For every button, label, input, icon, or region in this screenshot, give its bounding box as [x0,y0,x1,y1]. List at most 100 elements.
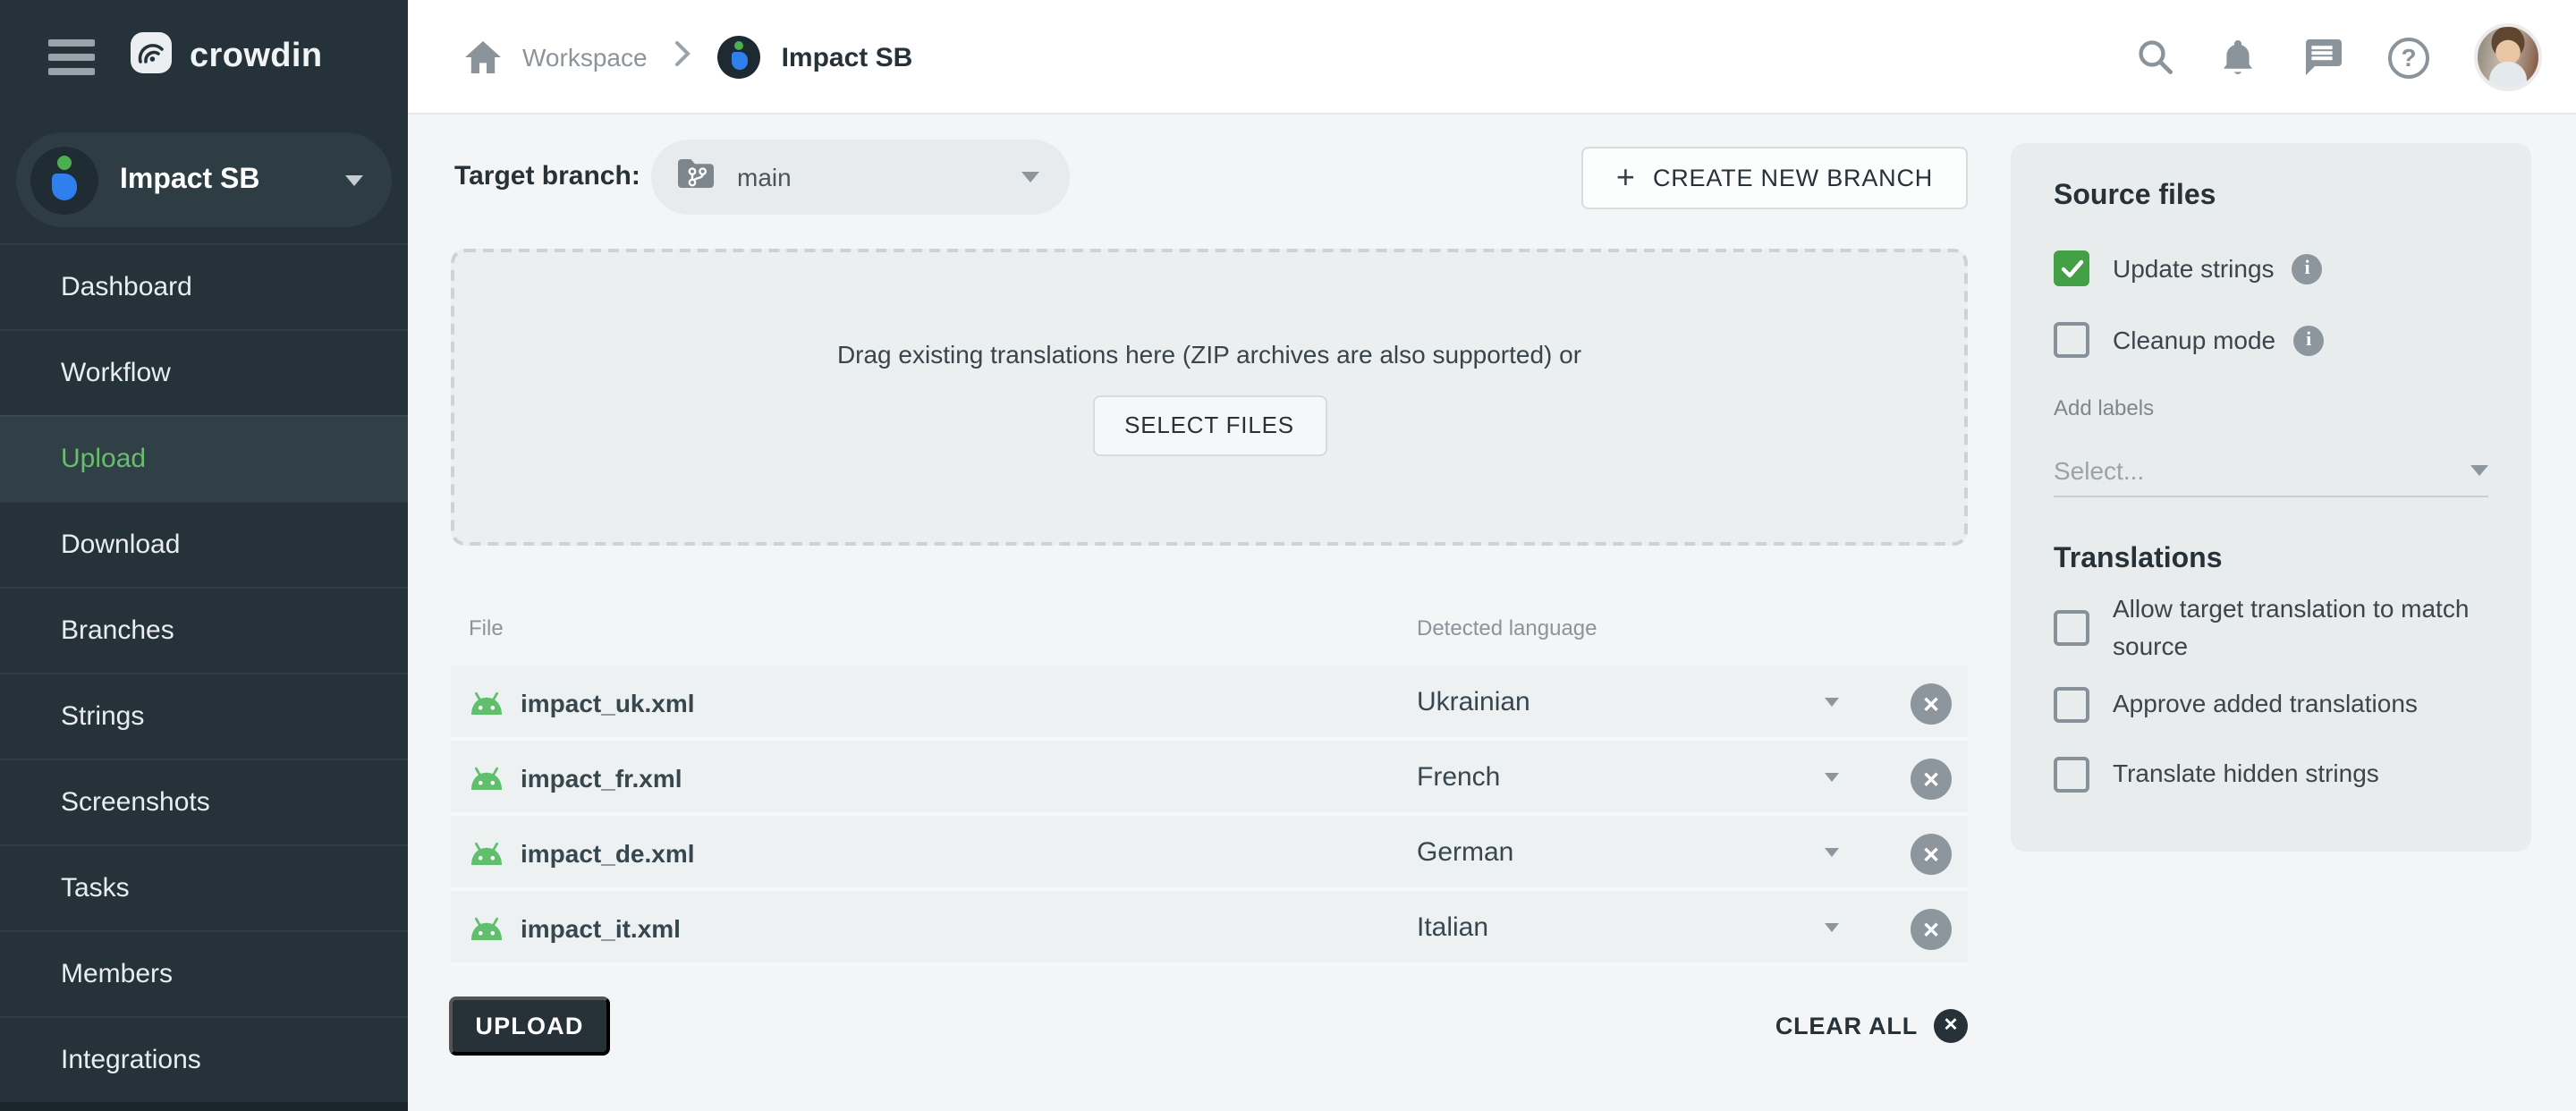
checkbox-unchecked[interactable] [2054,757,2089,793]
table-row: impact_it.xml Italian ✕ [451,891,1968,966]
messages-icon[interactable] [2301,38,2343,77]
file-name: impact_uk.xml [521,689,695,717]
table-row: impact_uk.xml Ukrainian ✕ [451,666,1968,741]
project-name: Impact SB [120,164,345,196]
android-icon [469,916,504,950]
breadcrumb-project[interactable]: Impact SB [782,42,913,72]
option-update-strings: Update strings i [2054,250,2323,286]
help-glyph: ? [2401,43,2416,72]
checkbox-unchecked[interactable] [2054,610,2089,646]
option-approve-added: Approve added translations [2054,685,2418,723]
breadcrumb: Workspace Impact SB [465,0,912,114]
search-icon[interactable] [2136,38,2175,77]
option-label: Approve added translations [2113,685,2418,721]
notifications-bell-icon[interactable] [2220,37,2256,78]
sidebar: crowdin Impact SB Dashboard Workflow Upl… [0,0,408,1111]
option-label: Allow target translation to match source [2113,590,2488,666]
breadcrumb-chevron-icon [674,40,691,74]
main-content: Target branch: main + CREATE NEW BRANCH … [408,114,2576,1111]
sidebar-nav: Dashboard Workflow Upload Download Branc… [0,243,408,1102]
option-allow-match-source: Allow target translation to match source [2054,590,2488,666]
detected-language-select[interactable]: Italian [1417,912,1488,943]
breadcrumb-workspace[interactable]: Workspace [522,43,648,72]
topbar-actions: ? [2136,0,2542,114]
remove-file-button[interactable]: ✕ [1911,759,1952,800]
detected-language-select[interactable]: Ukrainian [1417,687,1530,717]
info-icon[interactable]: i [2293,325,2324,355]
column-header-file: File [469,615,504,640]
file-name: impact_fr.xml [521,764,682,793]
clear-all-label: CLEAR ALL [1775,1013,1918,1039]
chevron-down-icon[interactable] [1825,773,1839,782]
crowdin-upload-page: crowdin Impact SB Dashboard Workflow Upl… [0,0,2576,1111]
android-icon [469,841,504,875]
sidebar-item-workflow[interactable]: Workflow [0,329,408,415]
table-row: impact_de.xml German ✕ [451,816,1968,891]
sidebar-header: crowdin [0,0,408,114]
file-dropzone[interactable]: Drag existing translations here (ZIP arc… [451,249,1968,546]
chevron-down-icon [2470,465,2488,476]
crowdin-logo-icon [129,30,174,84]
file-name: impact_it.xml [521,914,681,943]
option-label: Translate hidden strings [2113,755,2379,791]
target-branch-label: Target branch: [454,161,640,191]
crowdin-logo[interactable]: crowdin [129,30,323,84]
detected-language-select[interactable]: French [1417,762,1500,793]
table-row: impact_fr.xml French ✕ [451,741,1968,816]
option-label: Cleanup mode [2113,322,2275,358]
translations-title: Translations [2054,544,2223,576]
sidebar-item-strings[interactable]: Strings [0,673,408,759]
user-avatar[interactable] [2474,23,2542,91]
home-icon[interactable] [465,41,501,73]
labels-select[interactable]: Select... [2054,447,2488,494]
option-label: Update strings [2113,250,2275,286]
option-translate-hidden: Translate hidden strings [2054,755,2379,793]
breadcrumb-project-avatar [717,36,760,79]
labels-select-underline [2054,496,2488,497]
upload-button[interactable]: UPLOAD [449,997,610,1056]
sidebar-bottom-strip [0,1102,408,1111]
checkbox-checked[interactable] [2054,250,2089,286]
info-icon[interactable]: i [2292,253,2323,284]
add-labels-label: Add labels [2054,395,2154,420]
remove-file-button[interactable]: ✕ [1911,834,1952,875]
settings-panel: Source files Update strings i Cleanup mo… [2011,143,2531,852]
checkbox-unchecked[interactable] [2054,322,2089,358]
remove-file-button[interactable]: ✕ [1911,683,1952,725]
project-avatar [30,146,98,214]
chevron-down-icon [1021,172,1039,182]
android-icon [469,766,504,800]
column-header-language: Detected language [1417,615,1597,640]
source-files-title: Source files [2054,181,2216,213]
create-new-branch-button[interactable]: + CREATE NEW BRANCH [1581,147,1968,209]
help-icon[interactable]: ? [2388,37,2429,78]
android-icon [469,691,504,725]
project-switcher[interactable]: Impact SB [16,132,392,227]
chevron-down-icon[interactable] [1825,698,1839,707]
detected-language-select[interactable]: German [1417,837,1513,868]
sidebar-item-download[interactable]: Download [0,501,408,587]
sidebar-item-branches[interactable]: Branches [0,587,408,673]
option-cleanup-mode: Cleanup mode i [2054,322,2324,358]
create-branch-label: CREATE NEW BRANCH [1653,165,1933,191]
select-files-button[interactable]: SELECT FILES [1092,394,1326,455]
hamburger-menu-icon[interactable] [48,40,95,75]
sidebar-item-screenshots[interactable]: Screenshots [0,759,408,844]
branch-select[interactable]: main [651,140,1070,215]
checkbox-unchecked[interactable] [2054,687,2089,723]
chevron-down-icon[interactable] [1825,848,1839,857]
sidebar-item-dashboard[interactable]: Dashboard [0,243,408,329]
sidebar-item-integrations[interactable]: Integrations [0,1016,408,1102]
file-name: impact_de.xml [521,839,695,868]
chevron-down-icon [345,174,363,185]
plus-icon: + [1616,160,1635,192]
remove-file-button[interactable]: ✕ [1911,909,1952,950]
clear-all-button[interactable]: CLEAR ALL ✕ [1553,997,1968,1056]
sidebar-item-tasks[interactable]: Tasks [0,844,408,930]
branch-select-value: main [737,163,1021,191]
chevron-down-icon[interactable] [1825,923,1839,932]
sidebar-item-members[interactable]: Members [0,930,408,1016]
clear-all-close-icon: ✕ [1934,1009,1968,1043]
uploaded-files-table: impact_uk.xml Ukrainian ✕ impact_fr.xml … [451,666,1968,966]
sidebar-item-upload[interactable]: Upload [0,415,408,501]
